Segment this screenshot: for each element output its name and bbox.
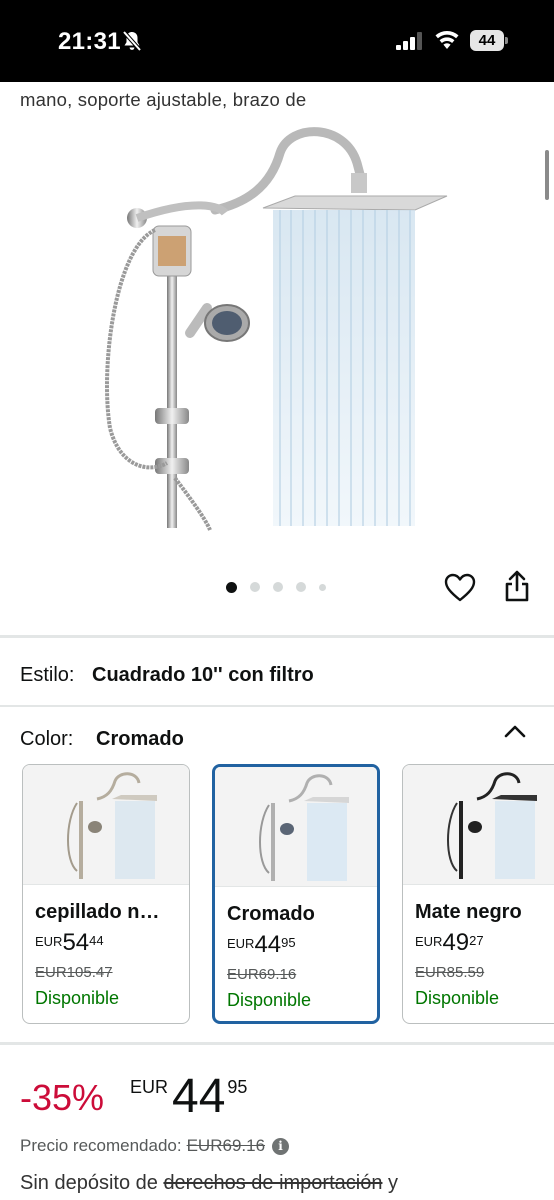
product-image[interactable]	[95, 118, 455, 533]
recommended-price: Precio recomendado: EUR69.16 i	[20, 1136, 290, 1156]
section-divider	[0, 1042, 554, 1045]
style-value[interactable]: Cuadrado 10'' con filtro	[92, 664, 314, 687]
swatch-list-price: EUR85.59	[415, 964, 485, 981]
swatch-product-thumbnail	[67, 772, 157, 879]
battery-tip	[505, 37, 508, 44]
status-time: 21:31	[58, 28, 121, 55]
swatch-currency: EUR	[35, 934, 63, 949]
import-note-struck: derechos de importación	[163, 1172, 383, 1194]
swatch-price: EUR 49 27	[415, 928, 484, 958]
main-price: EUR 44 95	[130, 1071, 247, 1123]
carousel-indicator[interactable]	[226, 580, 339, 594]
swatch-price-fraction: 44	[89, 933, 104, 948]
row-divider	[0, 705, 554, 707]
battery-indicator: 44	[470, 30, 508, 51]
swatch-image	[215, 767, 377, 887]
swatch-currency: EUR	[227, 936, 255, 951]
import-note: Sin depósito de derechos de importación …	[20, 1172, 398, 1195]
swatch-image	[403, 765, 554, 885]
swatch-price-whole: 49	[442, 929, 470, 956]
swatch-name: Cromado	[227, 903, 315, 925]
recommended-price-value: EUR69.16	[186, 1136, 266, 1155]
swatch-price-fraction: 27	[469, 933, 484, 948]
scrollbar-thumb[interactable]	[545, 150, 549, 200]
swatch-list-price: EUR105.47	[35, 964, 113, 981]
swatch-price-fraction: 95	[281, 935, 296, 950]
swatch-product-thumbnail	[447, 772, 537, 879]
price-fraction: 95	[227, 1077, 248, 1097]
style-label: Estilo:	[20, 664, 75, 686]
swatch-product-thumbnail	[259, 774, 349, 881]
bell-slash-icon	[122, 30, 142, 52]
carousel-dot-2[interactable]	[250, 582, 260, 592]
swatch-price: EUR 44 95	[227, 930, 296, 960]
price-currency: EUR	[130, 1077, 169, 1097]
color-swatch-brushed-nickel[interactable]: cepillado n… EUR 54 44 EUR105.47 Disponi…	[22, 764, 190, 1024]
import-note-prefix: Sin depósito de	[20, 1172, 164, 1194]
swatch-price-whole: 44	[254, 931, 282, 958]
swatch-image	[23, 765, 189, 885]
import-note-suffix: y	[382, 1172, 399, 1194]
share-icon[interactable]	[504, 570, 530, 602]
swatch-price-whole: 54	[62, 929, 90, 956]
swatch-name: cepillado n…	[35, 901, 160, 923]
cellular-signal-icon	[396, 32, 422, 50]
heart-icon[interactable]	[444, 573, 476, 603]
section-divider	[0, 635, 554, 638]
color-swatch-matte-black[interactable]: Mate negro EUR 49 27 EUR85.59 Disponible	[402, 764, 554, 1024]
swatch-currency: EUR	[415, 934, 443, 949]
status-bar: 21:31 44	[0, 0, 554, 82]
info-icon[interactable]: i	[272, 1137, 290, 1155]
recommended-price-label: Precio recomendado:	[20, 1136, 182, 1155]
swatch-availability: Disponible	[415, 988, 500, 1008]
swatch-availability: Disponible	[35, 988, 120, 1008]
swatch-name: Mate negro	[415, 901, 522, 923]
product-title: mano, soporte ajustable, brazo de	[20, 89, 307, 110]
discount-badge: -35%	[20, 1077, 105, 1118]
color-label: Color:	[20, 728, 74, 750]
battery-level: 44	[470, 30, 504, 51]
swatch-availability: Disponible	[227, 990, 312, 1010]
wifi-icon	[435, 31, 459, 49]
swatch-price: EUR 54 44	[35, 928, 104, 958]
price-whole: 44	[172, 1070, 226, 1123]
carousel-dot-3[interactable]	[273, 582, 283, 592]
carousel-dot-5[interactable]	[319, 583, 326, 591]
carousel-dot-1[interactable]	[226, 581, 237, 593]
color-value: Cromado	[96, 728, 184, 750]
color-swatch-chrome[interactable]: Cromado EUR 44 95 EUR69.16 Disponible	[212, 764, 380, 1024]
chevron-up-icon[interactable]	[504, 724, 526, 738]
carousel-dot-4[interactable]	[296, 582, 306, 592]
swatch-list-price: EUR69.16	[227, 966, 297, 983]
